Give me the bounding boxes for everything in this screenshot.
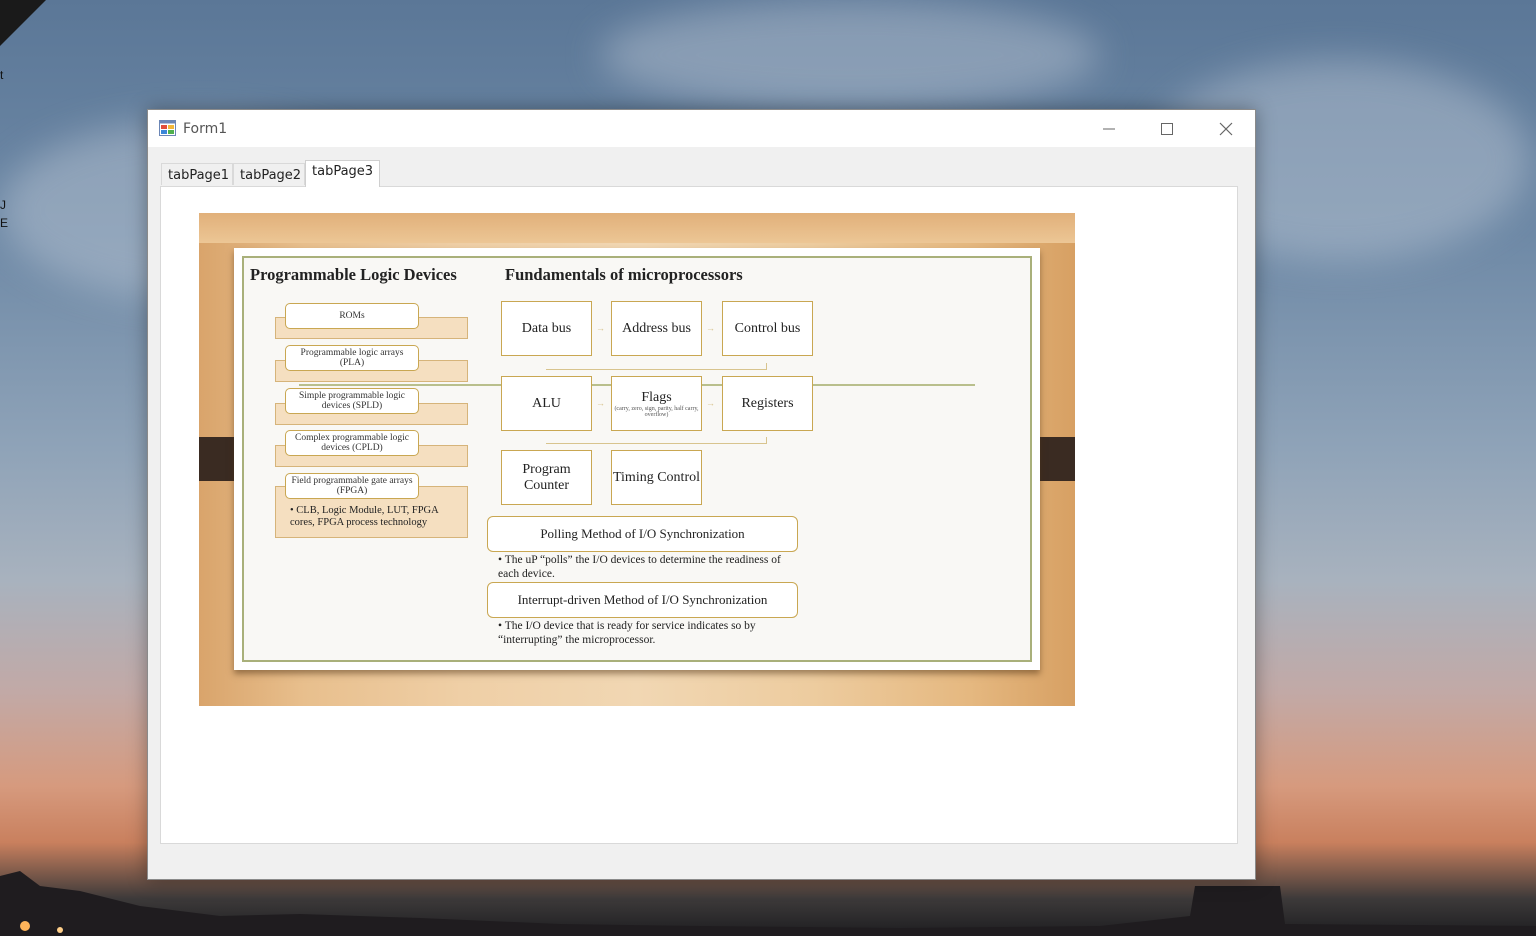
tab-panel: Programmable Logic Devices Fundamentals … xyxy=(160,186,1238,844)
polling-description: • The uP “polls” the I/O devices to dete… xyxy=(498,554,781,580)
wood-background xyxy=(199,213,1075,243)
maximize-icon xyxy=(1161,122,1173,135)
pld-item: ROMs xyxy=(285,303,419,329)
arrow-right-icon: → xyxy=(596,323,605,333)
pld-item: Complex programmable logic devices (CPLD… xyxy=(285,430,419,456)
minimize-button[interactable] xyxy=(1080,110,1138,147)
close-button[interactable] xyxy=(1197,110,1255,147)
slide: Programmable Logic Devices Fundamentals … xyxy=(234,248,1040,670)
fpga-note: • CLB, Logic Module, LUT, FPGA cores, FP… xyxy=(290,505,439,528)
desktop-label-fragment: t xyxy=(0,68,4,82)
address-bus-block: Address bus xyxy=(611,301,702,356)
interrupt-description: • The I/O device that is ready for servi… xyxy=(498,620,756,646)
tab-page1[interactable]: tabPage1 xyxy=(161,163,233,185)
title-bar[interactable]: Form1 xyxy=(148,110,1255,147)
timing-control-block: Timing Control xyxy=(611,450,702,505)
data-bus-block: Data bus xyxy=(501,301,592,356)
desktop-label-fragment: J xyxy=(0,198,6,212)
pld-item: Simple programmable logic devices (SPLD) xyxy=(285,388,419,414)
minimize-icon xyxy=(1103,128,1115,129)
arrow-right-icon: → xyxy=(596,398,605,408)
tab-page2[interactable]: tabPage2 xyxy=(233,163,305,185)
maximize-button[interactable] xyxy=(1138,110,1196,147)
arrow-right-icon: → xyxy=(706,323,715,333)
connector-line xyxy=(546,437,767,444)
flags-label: Flags xyxy=(641,389,672,405)
interrupt-title-box: Interrupt-driven Method of I/O Synchroni… xyxy=(487,582,798,618)
app-window: Form1 tabPage1 tabPage2 tabPage3 Program… xyxy=(147,109,1256,880)
cloud xyxy=(600,0,1100,110)
close-icon xyxy=(1219,122,1233,135)
slide-title-right: Fundamentals of microprocessors xyxy=(505,265,743,284)
flags-block: Flags (carry, zero, sign, parity, half c… xyxy=(611,376,702,431)
tab-page3[interactable]: tabPage3 xyxy=(305,160,380,187)
registers-block: Registers xyxy=(722,376,813,431)
pld-item: Field programmable gate arrays (FPGA) xyxy=(285,473,419,499)
slide-title-left: Programmable Logic Devices xyxy=(250,265,457,284)
picture-box: Programmable Logic Devices Fundamentals … xyxy=(199,213,1075,706)
desktop-icon-corner xyxy=(0,0,46,46)
pld-item: Programmable logic arrays (PLA) xyxy=(285,345,419,371)
desktop-label-fragment: E xyxy=(0,216,9,230)
polling-title-box: Polling Method of I/O Synchronization xyxy=(487,516,798,552)
program-counter-block: Program Counter xyxy=(501,450,592,505)
control-bus-block: Control bus xyxy=(722,301,813,356)
app-icon xyxy=(159,120,176,136)
arrow-right-icon: → xyxy=(706,398,715,408)
flags-detail: (carry, zero, sign, parity, half carry, … xyxy=(614,405,699,418)
alu-block: ALU xyxy=(501,376,592,431)
connector-line xyxy=(546,363,767,370)
window-title: Form1 xyxy=(183,121,228,137)
